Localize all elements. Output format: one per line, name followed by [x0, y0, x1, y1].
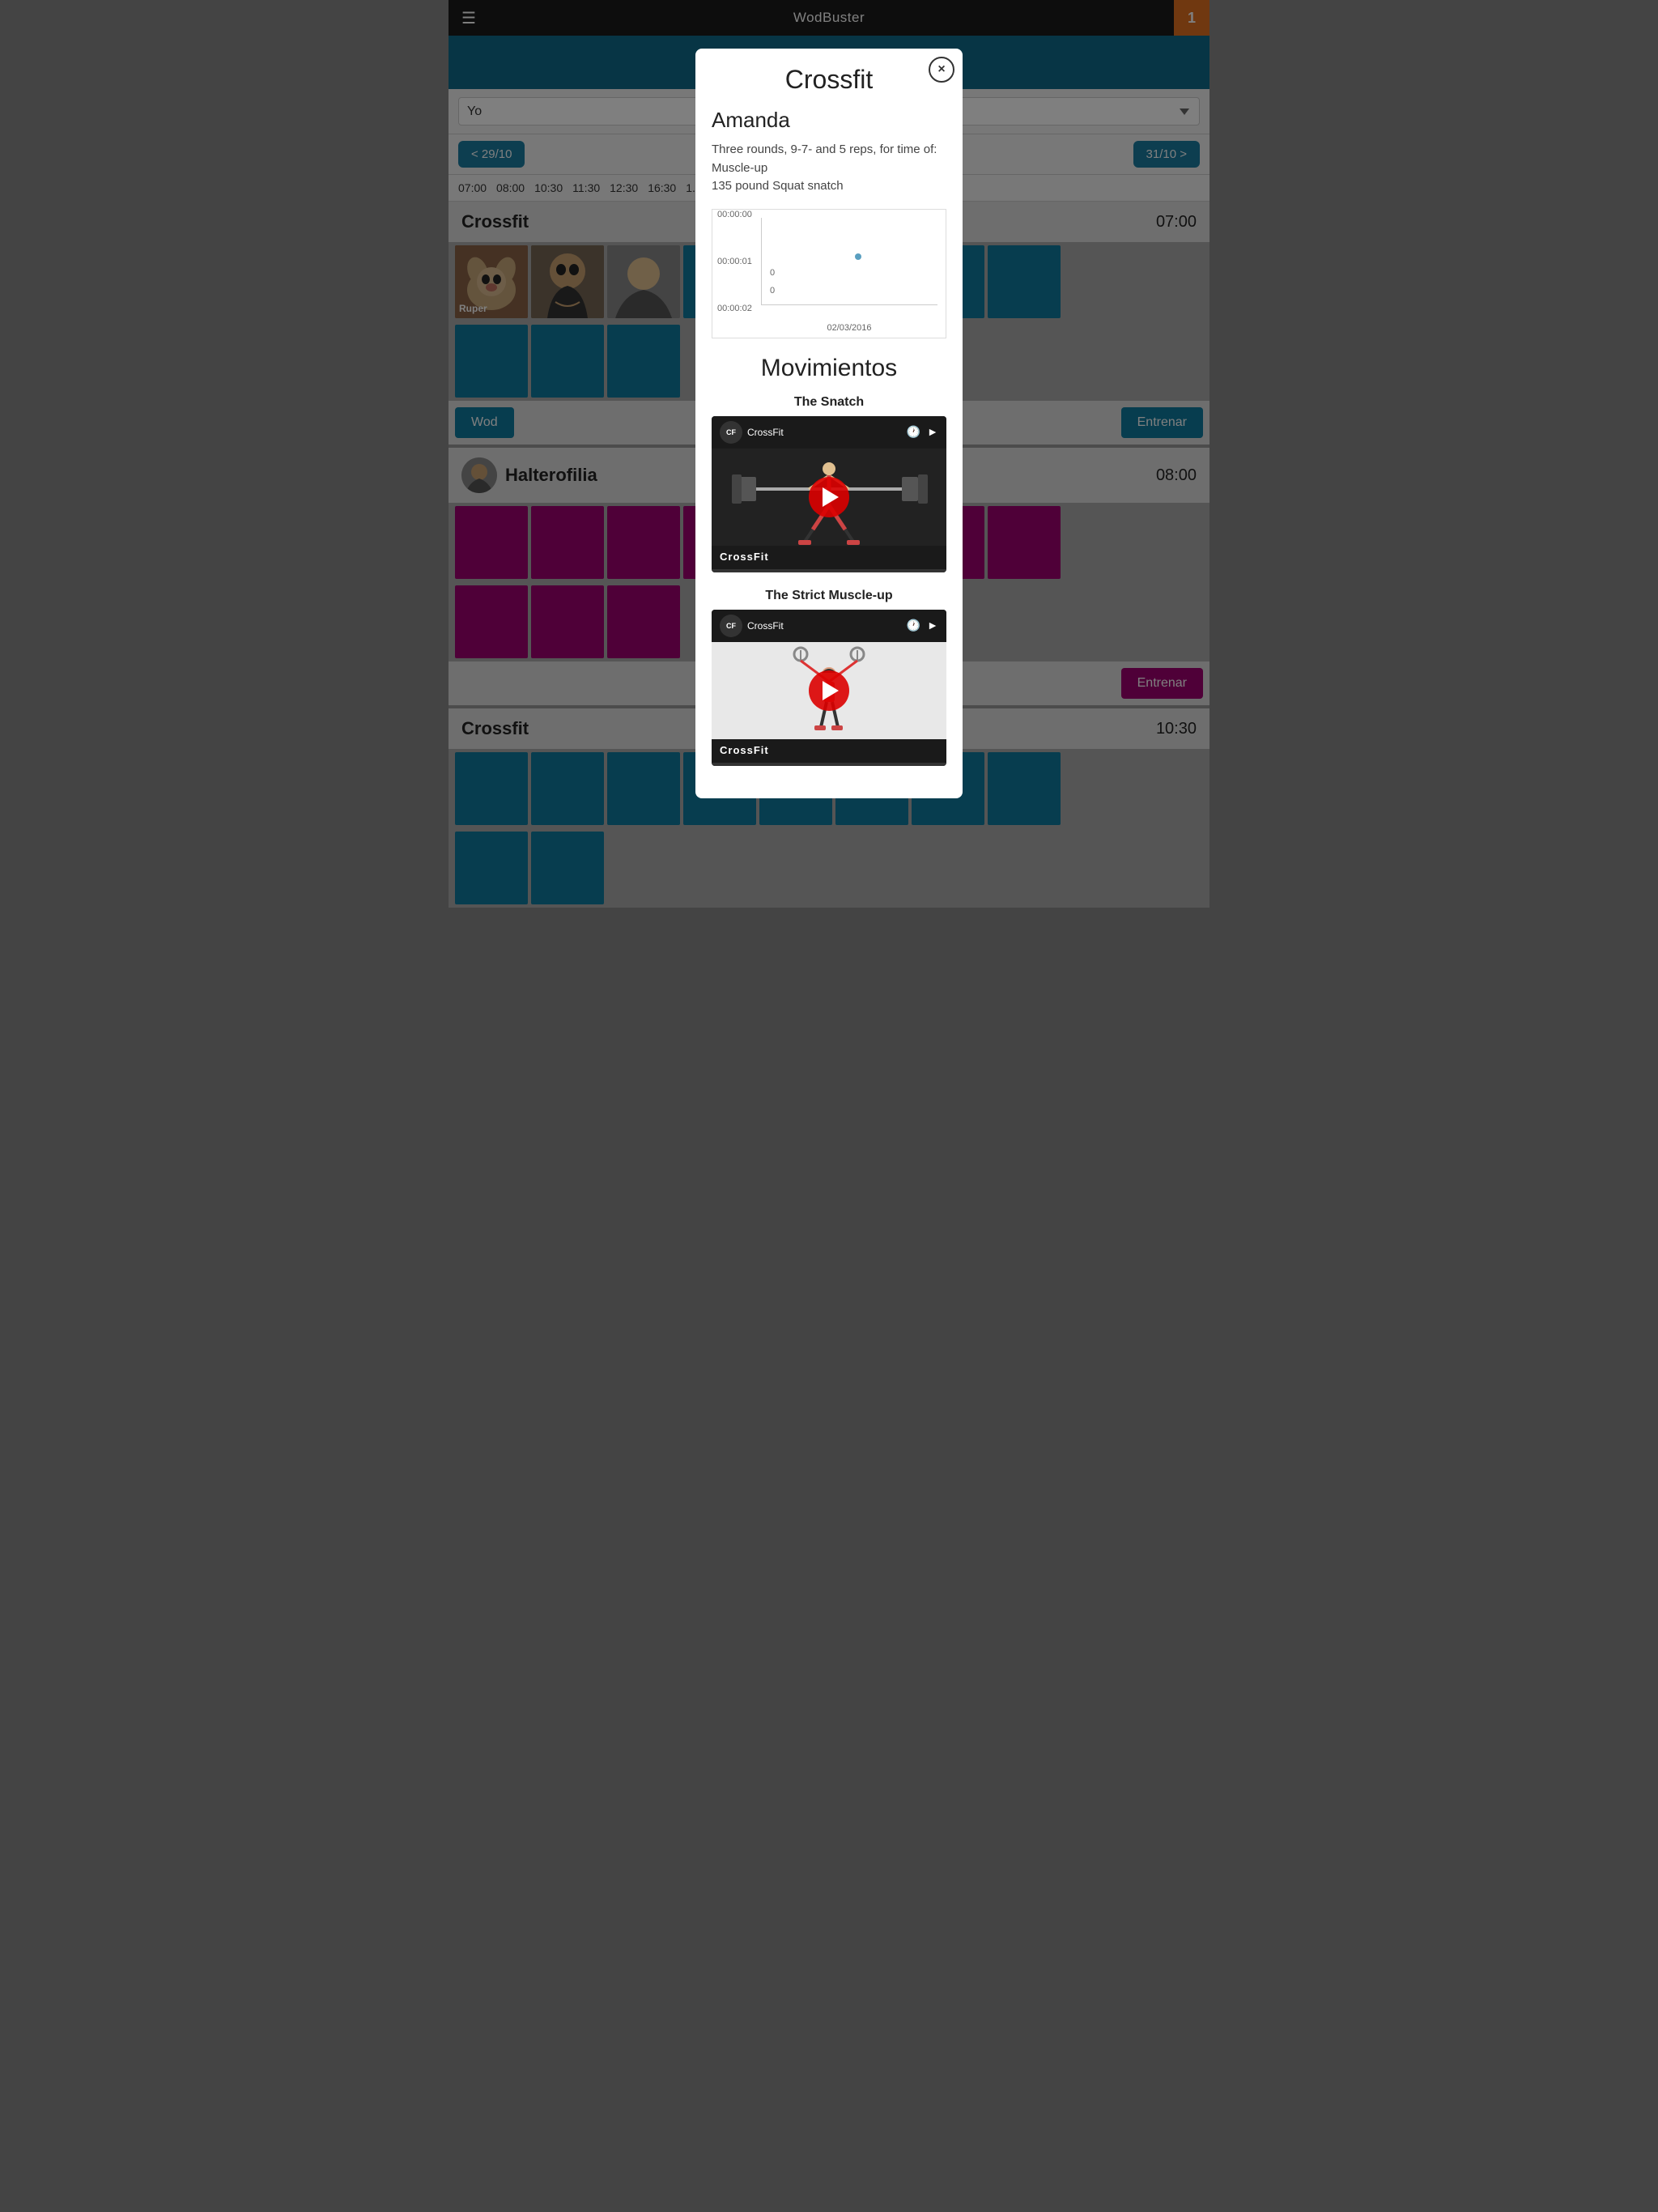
- modal-chart: 00:00:00 00:00:01 00:00:02 0 0 02/03/201…: [712, 209, 946, 338]
- play-button-snatch[interactable]: [809, 477, 849, 517]
- progress-bar-muscleup: [712, 763, 946, 766]
- modal-dialog: × Crossfit Amanda Three rounds, 9-7- and…: [695, 49, 963, 798]
- video-icons-muscleup: 🕐 ►: [907, 619, 938, 632]
- chart-y-label-2: 00:00:02: [717, 304, 752, 313]
- video-img-muscleup: [712, 642, 946, 739]
- modal-title: Crossfit: [712, 65, 946, 95]
- video-thumbnail-muscleup[interactable]: CF CrossFit 🕐 ►: [712, 610, 946, 766]
- chart-y-labels: 00:00:00 00:00:01 00:00:02: [717, 210, 752, 313]
- movimientos-title: Movimientos: [712, 355, 946, 382]
- chart-y-label-0: 00:00:00: [717, 210, 752, 219]
- video-label-muscleup: The Strict Muscle-up: [712, 589, 946, 603]
- video-section-snatch: The Snatch CF CrossFit 🕐 ►: [712, 395, 946, 572]
- crossfit-icon-muscleup: CF: [720, 615, 742, 637]
- modal-description: Three rounds, 9-7- and 5 reps, for time …: [712, 141, 946, 196]
- share-icon-snatch: ►: [927, 425, 938, 439]
- video-logo-muscleup: CF CrossFit: [720, 615, 784, 637]
- modal-workout-name: Amanda: [712, 108, 946, 133]
- modal-close-button[interactable]: ×: [929, 57, 954, 83]
- video-channel-muscleup: CrossFit: [747, 620, 784, 632]
- video-channel-snatch: CrossFit: [747, 427, 784, 438]
- clock-icon-muscleup: 🕐: [907, 619, 920, 632]
- video-img-snatch: [712, 449, 946, 546]
- play-button-muscleup[interactable]: [809, 670, 849, 711]
- clock-icon-snatch: 🕐: [907, 425, 920, 439]
- video-topbar-muscleup: CF CrossFit 🕐 ►: [712, 610, 946, 642]
- modal-content: Crossfit Amanda Three rounds, 9-7- and 5…: [695, 49, 963, 798]
- video-topbar-snatch: CF CrossFit 🕐 ►: [712, 416, 946, 449]
- video-icons-snatch: 🕐 ►: [907, 425, 938, 439]
- chart-x-label: 02/03/2016: [761, 323, 937, 333]
- video-bottombar-snatch: CrossFit: [712, 546, 946, 568]
- chart-y-label-1: 00:00:01: [717, 257, 752, 266]
- video-bottombar-muscleup: CrossFit: [712, 739, 946, 761]
- video-logo-snatch: CF CrossFit: [720, 421, 784, 444]
- progress-bar-snatch: [712, 569, 946, 572]
- crossfit-icon-snatch: CF: [720, 421, 742, 444]
- video-thumbnail-snatch[interactable]: CF CrossFit 🕐 ►: [712, 416, 946, 572]
- video-section-muscleup: The Strict Muscle-up CF CrossFit 🕐 ►: [712, 589, 946, 766]
- video-label-snatch: The Snatch: [712, 395, 946, 410]
- crossfit-logo-text-muscleup: CrossFit: [720, 744, 769, 756]
- share-icon-muscleup: ►: [927, 619, 938, 632]
- modal-overlay[interactable]: × Crossfit Amanda Three rounds, 9-7- and…: [0, 0, 1658, 2212]
- crossfit-logo-text-snatch: CrossFit: [720, 551, 769, 563]
